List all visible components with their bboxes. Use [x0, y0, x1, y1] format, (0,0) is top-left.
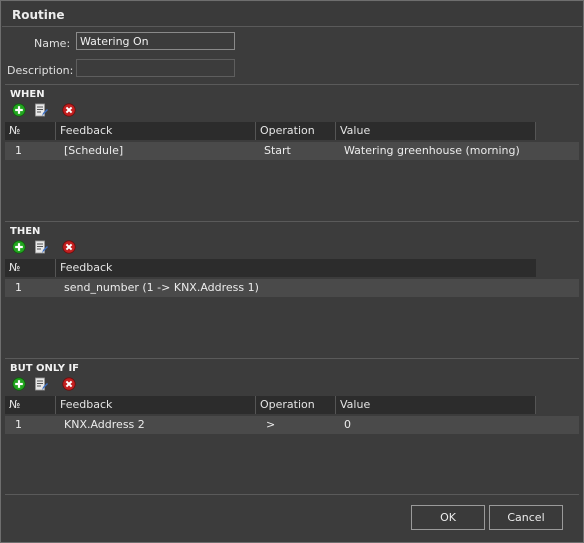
column-number[interactable]: №: [5, 259, 56, 277]
when-table-header: № Feedback Operation Value: [5, 122, 536, 140]
column-feedback[interactable]: Feedback: [56, 396, 256, 414]
table-row[interactable]: 1 [Schedule] Start Watering greenhouse (…: [5, 142, 579, 160]
row-operation: Start: [264, 144, 291, 157]
cancel-button[interactable]: Cancel: [489, 505, 563, 530]
column-number[interactable]: №: [5, 396, 56, 414]
row-feedback: KNX.Address 2: [64, 418, 145, 431]
name-field[interactable]: [76, 32, 235, 50]
delete-icon[interactable]: [62, 377, 76, 391]
dialog-title: Routine: [12, 8, 65, 22]
column-number[interactable]: №: [5, 122, 56, 140]
row-feedback: [Schedule]: [64, 144, 124, 157]
then-section: THEN № Feedback 1 send_number (1 -> KNX.…: [5, 221, 579, 359]
column-value[interactable]: Value: [336, 122, 536, 140]
row-value: Watering greenhouse (morning): [344, 144, 520, 157]
add-icon[interactable]: [12, 377, 26, 391]
row-number: 1: [15, 281, 22, 294]
edit-list-icon[interactable]: [34, 240, 48, 254]
column-value[interactable]: Value: [336, 396, 536, 414]
name-label: Name:: [34, 37, 71, 50]
row-number: 1: [15, 144, 22, 157]
column-feedback[interactable]: Feedback: [56, 122, 256, 140]
edit-list-icon[interactable]: [34, 377, 48, 391]
column-operation[interactable]: Operation: [256, 396, 336, 414]
add-icon[interactable]: [12, 240, 26, 254]
only-if-section: BUT ONLY IF № Feedback Operation Value 1: [5, 358, 579, 495]
only-if-table-header: № Feedback Operation Value: [5, 396, 536, 414]
row-feedback: send_number (1 -> KNX.Address 1): [64, 281, 259, 294]
description-field[interactable]: [76, 59, 235, 77]
only-if-heading: BUT ONLY IF: [10, 363, 80, 374]
add-icon[interactable]: [12, 103, 26, 117]
then-table-header: № Feedback: [5, 259, 536, 277]
column-operation[interactable]: Operation: [256, 122, 336, 140]
table-row[interactable]: 1 KNX.Address 2 > 0: [5, 416, 579, 434]
description-label: Description:: [7, 64, 74, 77]
table-row[interactable]: 1 send_number (1 -> KNX.Address 1): [5, 279, 579, 297]
when-heading: WHEN: [10, 89, 45, 100]
footer-divider: [5, 494, 579, 495]
ok-button[interactable]: OK: [411, 505, 485, 530]
routine-dialog: Routine Name: Description: WHEN № Feedba…: [0, 0, 584, 543]
row-value: 0: [344, 418, 351, 431]
row-operation: >: [266, 418, 276, 431]
title-bar: Routine: [2, 2, 582, 27]
column-feedback[interactable]: Feedback: [56, 259, 536, 277]
then-heading: THEN: [10, 226, 41, 237]
when-section: WHEN № Feedback Operation Value 1 [Sched…: [5, 84, 579, 222]
row-number: 1: [15, 418, 22, 431]
edit-list-icon[interactable]: [34, 103, 48, 117]
delete-icon[interactable]: [62, 103, 76, 117]
delete-icon[interactable]: [62, 240, 76, 254]
